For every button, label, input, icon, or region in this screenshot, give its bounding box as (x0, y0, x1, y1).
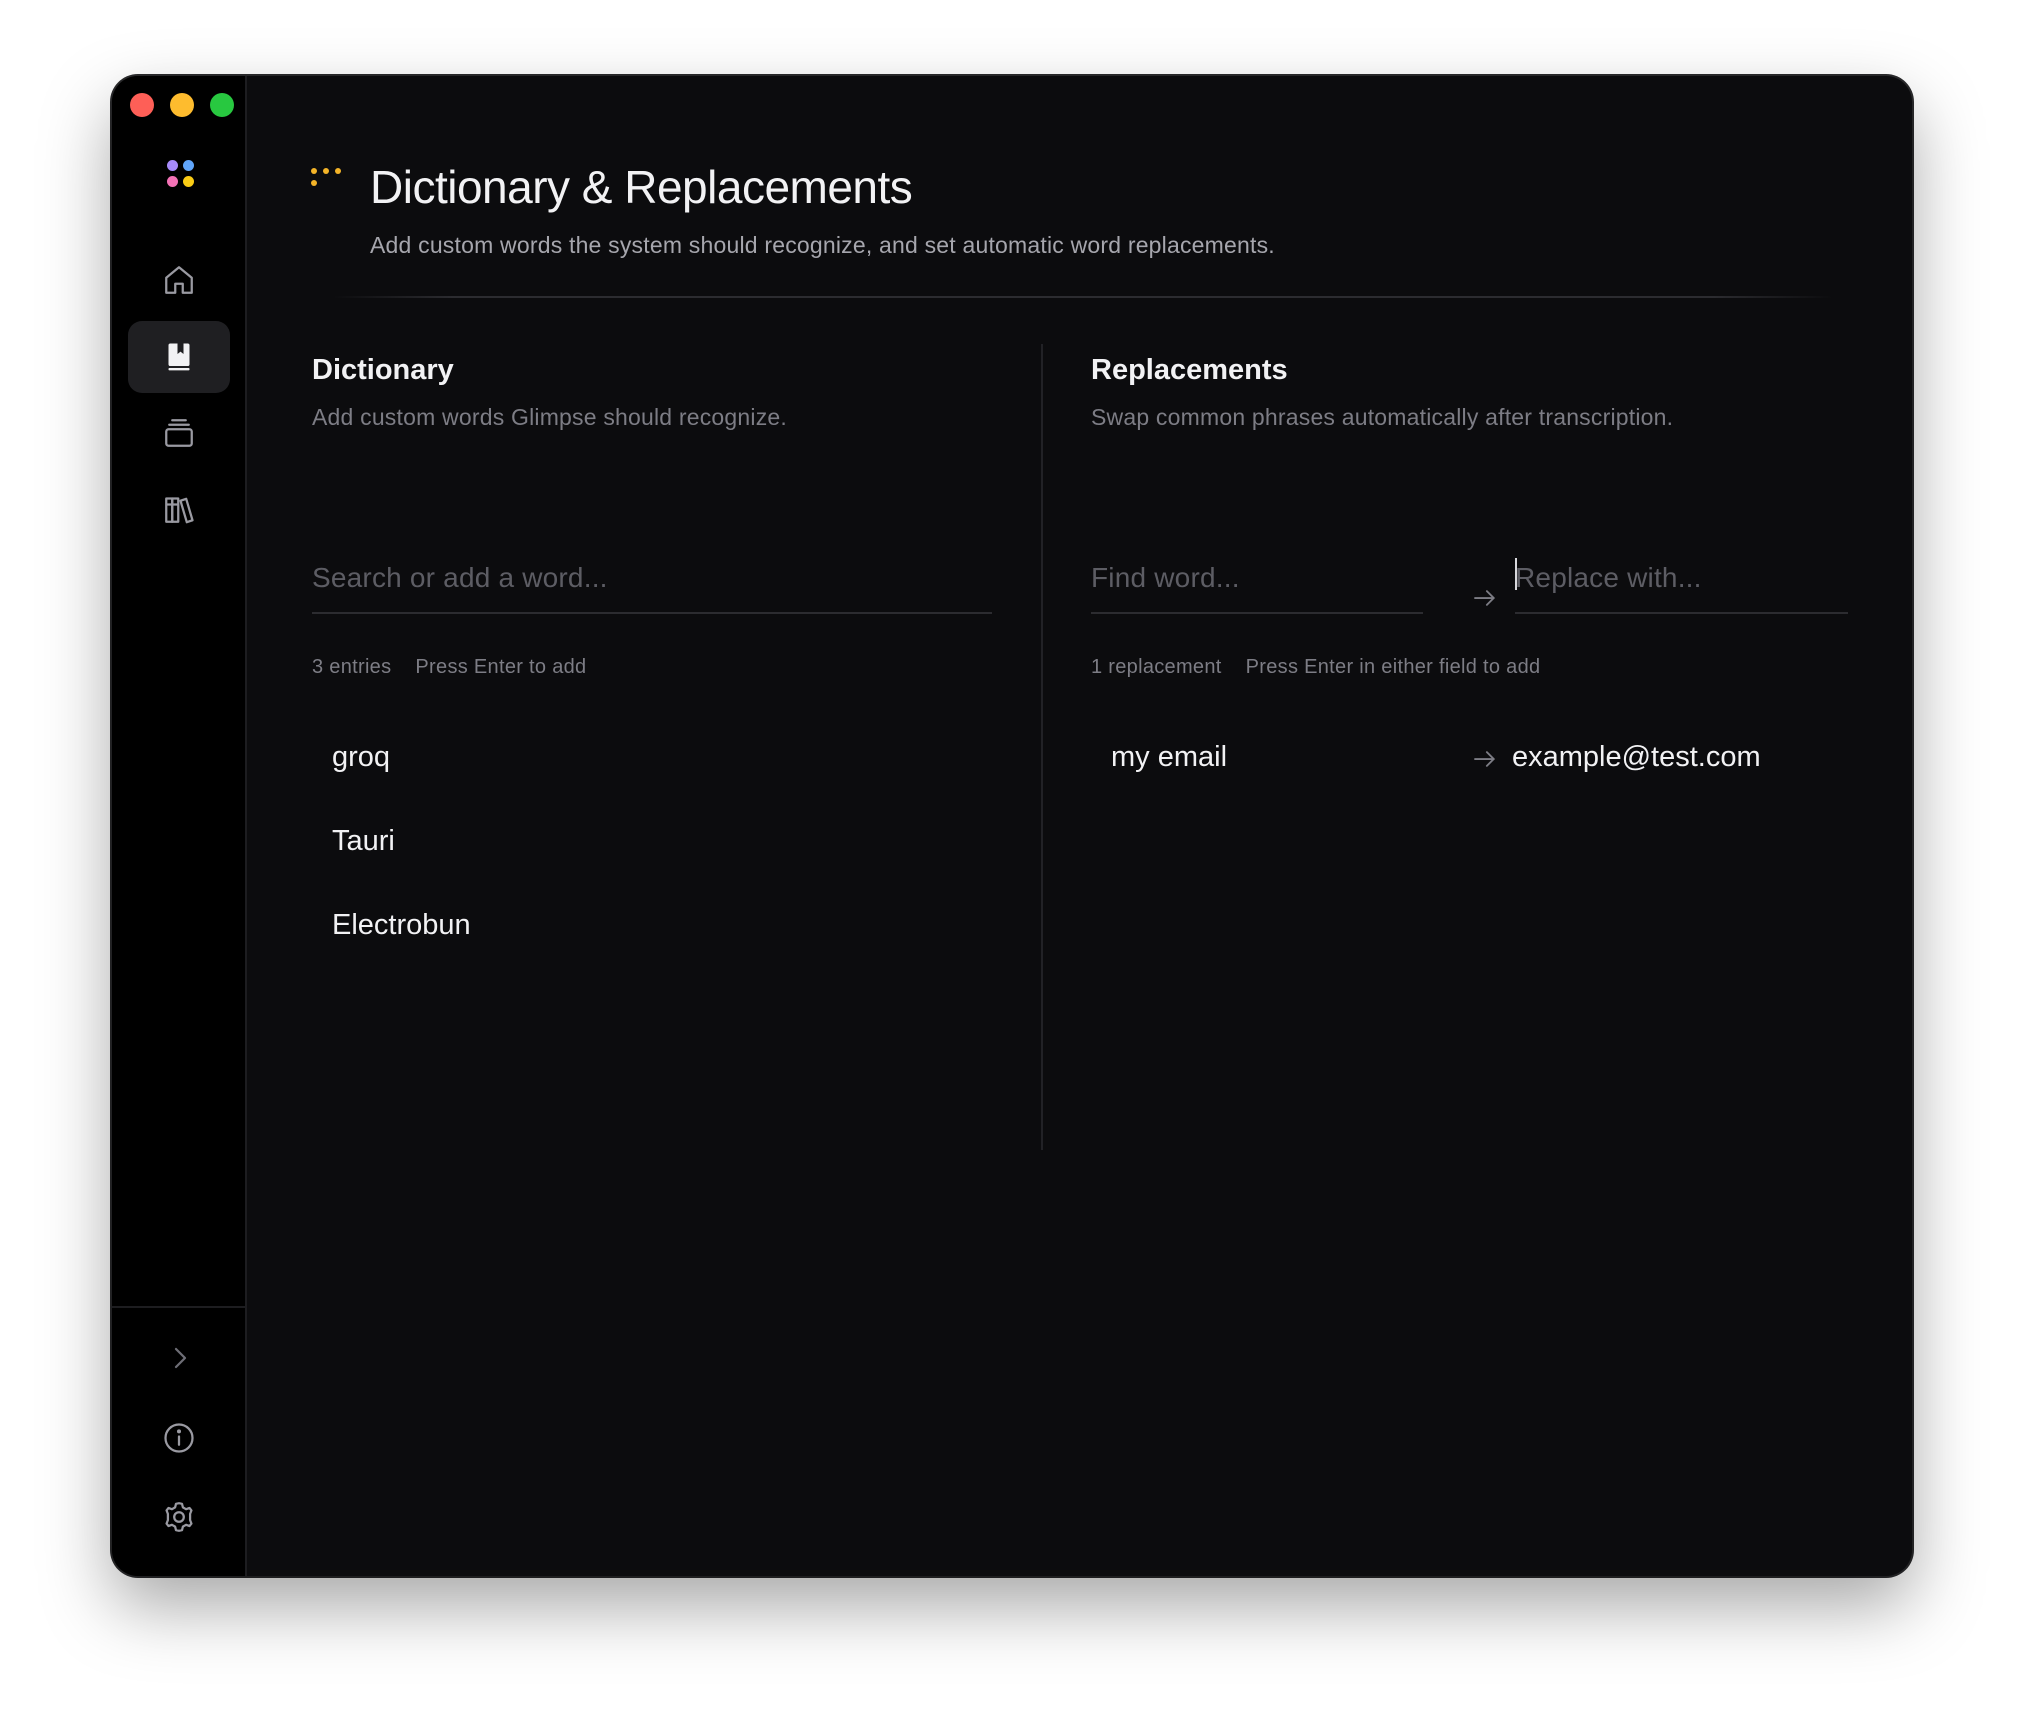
header-divider (333, 296, 1833, 298)
entry-count: 3 entries (312, 656, 392, 678)
dictionary-icon (168, 343, 190, 371)
settings-button[interactable] (128, 1481, 230, 1553)
dictionary-entry[interactable]: Electrobun (332, 909, 471, 942)
replacement-count: 1 replacement (1091, 656, 1222, 678)
sidebar-item-home[interactable] (128, 244, 230, 316)
gear-icon (165, 1502, 193, 1532)
dictionary-search-input[interactable] (312, 562, 992, 594)
info-icon (164, 1423, 194, 1453)
logo-dot (183, 176, 194, 187)
app-window: Dictionary & Replacements Add custom wor… (112, 76, 1912, 1576)
chevron-right-icon (174, 1347, 187, 1369)
expand-sidebar-button[interactable] (128, 1322, 230, 1394)
find-word-input[interactable] (1091, 562, 1423, 594)
page-title: Dictionary & Replacements (370, 161, 913, 213)
sidebar-item-history[interactable] (128, 397, 230, 469)
app-logo-icon (167, 160, 197, 190)
sidebar (112, 76, 247, 1576)
logo-dot (167, 160, 178, 171)
dictionary-entry[interactable]: groq (332, 741, 390, 774)
sidebar-divider (112, 1306, 245, 1308)
replacements-title: Replacements (1091, 354, 1288, 386)
replacement-replace-text: example@test.com (1512, 741, 1761, 773)
dictionary-description: Add custom words Glimpse should recogniz… (312, 404, 788, 430)
info-button[interactable] (128, 1402, 230, 1474)
sidebar-item-dictionary[interactable] (128, 321, 230, 393)
dictionary-hint: Press Enter to add (415, 656, 587, 678)
close-window-button[interactable] (130, 93, 154, 117)
zoom-window-button[interactable] (210, 93, 234, 117)
logo-dot (183, 160, 194, 171)
column-divider (1041, 344, 1043, 1150)
home-icon (165, 266, 193, 294)
window-controls (130, 93, 234, 117)
dictionary-entry[interactable]: Tauri (332, 825, 395, 858)
dictionary-meta: 3 entries Press Enter to add (312, 656, 586, 679)
arrow-right-icon (1474, 590, 1495, 606)
logo-dot (167, 176, 178, 187)
replacements-meta: 1 replacement Press Enter in either fiel… (1091, 656, 1540, 679)
library-icon (165, 497, 194, 524)
sidebar-item-library[interactable] (128, 473, 230, 545)
dictionary-title: Dictionary (312, 354, 454, 386)
minimize-window-button[interactable] (170, 93, 194, 117)
page-subtitle: Add custom words the system should recog… (370, 232, 1275, 258)
replacement-find-text: my email (1111, 741, 1228, 773)
main-content: Dictionary & Replacements Add custom wor… (249, 76, 1912, 1576)
replacements-description: Swap common phrases automatically after … (1091, 404, 1674, 430)
replace-with-input[interactable] (1515, 562, 1848, 594)
title-dots-icon (311, 168, 345, 186)
find-word-field (1091, 544, 1423, 614)
replace-with-field (1515, 544, 1848, 614)
arrow-right-icon (1474, 751, 1495, 767)
dictionary-search-field (312, 544, 992, 614)
layers-icon (165, 419, 193, 447)
replacements-hint: Press Enter in either field to add (1245, 656, 1541, 678)
text-caret (1515, 558, 1517, 590)
